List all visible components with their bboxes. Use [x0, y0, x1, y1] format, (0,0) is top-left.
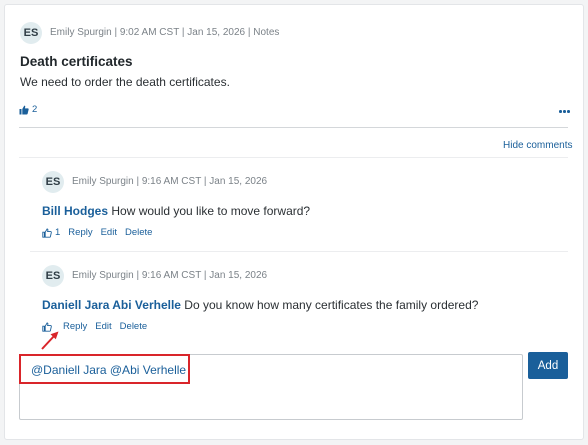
divider — [30, 251, 568, 252]
edit-link[interactable]: Edit — [101, 227, 117, 238]
mention-link[interactable]: Daniell Jara Abi Verhelle — [42, 298, 181, 312]
comment-text: How would you like to move forward? — [108, 204, 311, 218]
divider — [19, 157, 568, 158]
comment-body: Bill Hodges How would you like to move f… — [42, 204, 310, 218]
post-like-button[interactable]: 2 — [19, 104, 37, 115]
more-options-icon[interactable] — [559, 110, 570, 113]
delete-link[interactable]: Delete — [125, 227, 152, 238]
comment-like-button[interactable]: 1 — [42, 227, 60, 238]
comment-meta: Emily Spurgin | 9:16 AM CST | Jan 15, 20… — [72, 176, 268, 187]
comment-meta: Emily Spurgin | 9:16 AM CST | Jan 15, 20… — [72, 270, 268, 281]
edit-link[interactable]: Edit — [95, 321, 111, 332]
comment-actions: 1 Reply Edit Delete — [42, 227, 152, 238]
comment-like-count: 1 — [55, 227, 61, 238]
mention-link[interactable]: Bill Hodges — [42, 204, 108, 218]
post-meta: Emily Spurgin | 9:02 AM CST | Jan 15, 20… — [50, 27, 280, 38]
avatar: ES — [42, 171, 64, 193]
comment-body: Daniell Jara Abi Verhelle Do you know ho… — [42, 298, 478, 312]
post-title: Death certificates — [20, 54, 133, 69]
delete-link[interactable]: Delete — [120, 321, 147, 332]
divider — [19, 127, 568, 128]
red-arrow-icon — [41, 331, 59, 350]
post-body: We need to order the death certificates. — [20, 75, 230, 89]
avatar: ES — [42, 265, 64, 287]
comment-text: Do you know how many certificates the fa… — [180, 298, 479, 312]
reply-link[interactable]: Reply — [68, 227, 92, 238]
avatar: ES — [20, 22, 42, 44]
thumbs-up-icon — [19, 105, 29, 114]
post-like-count: 2 — [32, 104, 38, 115]
comment-input-value: @Daniell Jara @Abi Verhelle — [31, 363, 187, 377]
hide-comments-link[interactable]: Hide comments — [503, 140, 572, 151]
reply-link[interactable]: Reply — [63, 321, 87, 332]
thumbs-up-icon — [42, 228, 52, 238]
add-button[interactable]: Add — [528, 352, 568, 379]
